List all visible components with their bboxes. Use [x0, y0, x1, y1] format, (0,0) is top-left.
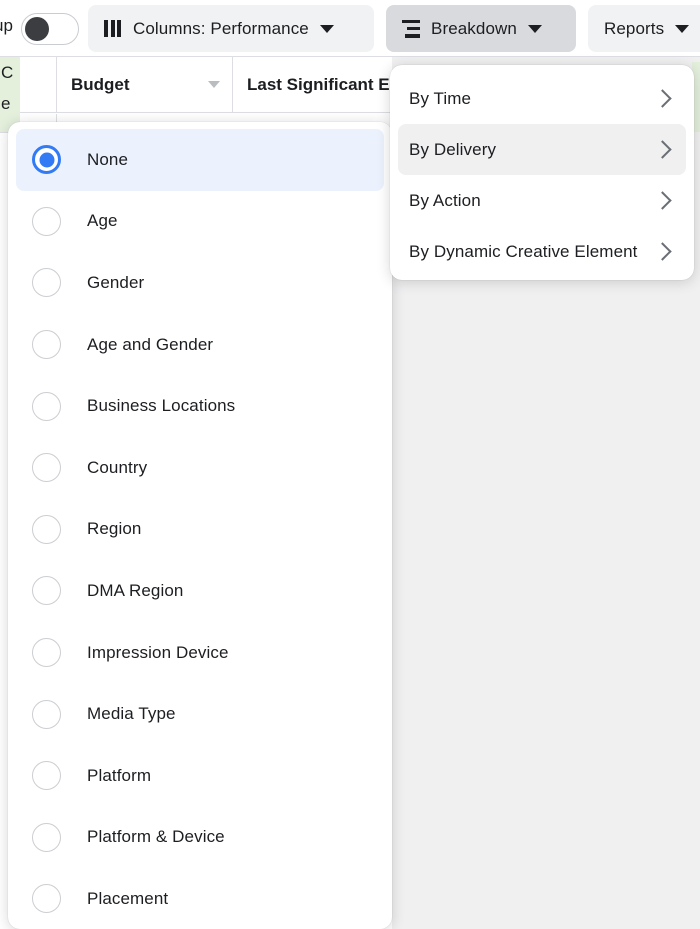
- breakdown-option-row[interactable]: Age: [16, 191, 384, 253]
- breakdown-submenu-item-label: By Dynamic Creative Element: [409, 241, 638, 261]
- breakdown-submenu-list: By Time By Delivery By Action By Dynamic Cr…: [390, 73, 694, 277]
- breakdown-option-label: Platform: [87, 765, 152, 785]
- breakdown-options-popup: None Age Gender Age and Gender Business Loca…: [8, 122, 392, 929]
- group-toggle-knob: [25, 17, 49, 41]
- breakdown-option-label: Impression Device: [87, 642, 229, 662]
- chevron-down-icon: [675, 24, 690, 33]
- breakdown-option-label: Gender: [87, 272, 145, 292]
- group-toggle-label: up: [0, 16, 14, 35]
- breakdown-option-label: DMA Region: [87, 580, 184, 600]
- breakdown-option-row[interactable]: DMA Region: [16, 560, 384, 622]
- radio-unselected-icon[interactable]: [32, 268, 61, 298]
- table-header-last-significant-edit-label: Last Significant E: [247, 74, 390, 94]
- radio-unselected-icon[interactable]: [32, 761, 61, 791]
- radio-unselected-icon[interactable]: [32, 330, 61, 360]
- breakdown-submenu-item[interactable]: By Dynamic Creative Element: [398, 226, 686, 277]
- breakdown-option-row[interactable]: Impression Device: [16, 622, 384, 684]
- radio-unselected-icon[interactable]: [32, 884, 61, 914]
- breakdown-button-label: Breakdown: [431, 18, 517, 38]
- breakdown-submenu-item-label: By Action: [409, 190, 481, 210]
- breakdown-option-label: Age: [87, 211, 118, 231]
- breakdown-submenu-item[interactable]: By Action: [398, 175, 686, 226]
- breakdown-option-label: None: [87, 149, 129, 169]
- radio-unselected-icon[interactable]: [32, 638, 61, 668]
- toolbar: up Columns: Performance Breakdown Report…: [0, 0, 700, 57]
- breakdown-option-row[interactable]: Region: [16, 499, 384, 561]
- breakdown-option-label: Region: [87, 519, 142, 539]
- radio-unselected-icon[interactable]: [32, 453, 61, 483]
- chevron-down-icon: [319, 24, 334, 33]
- breakdown-option-row[interactable]: Country: [16, 437, 384, 499]
- table-cell-partial-left-line2: e: [1, 94, 11, 113]
- chevron-right-icon: [653, 191, 672, 210]
- radio-unselected-icon[interactable]: [32, 576, 61, 606]
- radio-unselected-icon[interactable]: [32, 514, 61, 544]
- columns-button[interactable]: Columns: Performance: [88, 5, 374, 52]
- breakdown-submenu-item-label: By Time: [409, 88, 472, 108]
- breakdown-option-label: Country: [87, 457, 148, 477]
- radio-unselected-icon[interactable]: [32, 699, 61, 729]
- table-header-budget-label: Budget: [71, 74, 130, 94]
- breakdown-option-row[interactable]: Business Locations: [16, 375, 384, 437]
- app-root: Budget Last Significant E C e up Columns…: [0, 0, 700, 929]
- breakdown-option-row[interactable]: Age and Gender: [16, 314, 384, 376]
- breakdown-submenu-item[interactable]: By Delivery: [398, 124, 686, 175]
- table-cell-partial-left-line1: C: [1, 63, 14, 82]
- breakdown-submenu-item-label: By Delivery: [409, 139, 497, 159]
- breakdown-submenu-item[interactable]: By Time: [398, 73, 686, 124]
- breakdown-option-label: Placement: [87, 888, 169, 908]
- table-header-budget[interactable]: Budget: [56, 57, 232, 112]
- chevron-right-icon: [653, 140, 672, 159]
- breakdown-options-list: None Age Gender Age and Gender Business Loca…: [8, 129, 392, 929]
- reports-button[interactable]: Reports: [588, 5, 700, 52]
- chevron-down-icon: [527, 24, 542, 33]
- chevron-right-icon: [653, 89, 672, 108]
- breakdown-option-label: Media Type: [87, 704, 176, 724]
- breakdown-option-label: Age and Gender: [87, 334, 214, 354]
- radio-selected-icon[interactable]: [32, 145, 61, 175]
- breakdown-icon: [402, 19, 420, 38]
- sort-caret-icon[interactable]: [208, 81, 220, 88]
- breakdown-option-row[interactable]: None: [16, 129, 384, 191]
- breakdown-submenu: By Time By Delivery By Action By Dynamic Cr…: [390, 65, 694, 280]
- breakdown-button[interactable]: Breakdown: [386, 5, 576, 52]
- breakdown-option-row[interactable]: Platform & Device: [16, 807, 384, 869]
- breakdown-option-row[interactable]: Media Type: [16, 683, 384, 745]
- breakdown-option-row[interactable]: Placement: [16, 868, 384, 929]
- breakdown-option-row[interactable]: Platform: [16, 745, 384, 807]
- breakdown-option-row[interactable]: Gender: [16, 252, 384, 314]
- columns-icon: [104, 20, 122, 37]
- breakdown-option-label: Business Locations: [87, 396, 236, 416]
- radio-unselected-icon[interactable]: [32, 391, 61, 421]
- chevron-right-icon: [653, 242, 672, 261]
- radio-unselected-icon[interactable]: [32, 206, 61, 236]
- breakdown-option-label: Platform & Device: [87, 827, 225, 847]
- columns-button-label: Columns: Performance: [133, 18, 309, 38]
- reports-button-label: Reports: [604, 18, 665, 38]
- radio-unselected-icon[interactable]: [32, 822, 61, 852]
- group-toggle[interactable]: [21, 13, 79, 45]
